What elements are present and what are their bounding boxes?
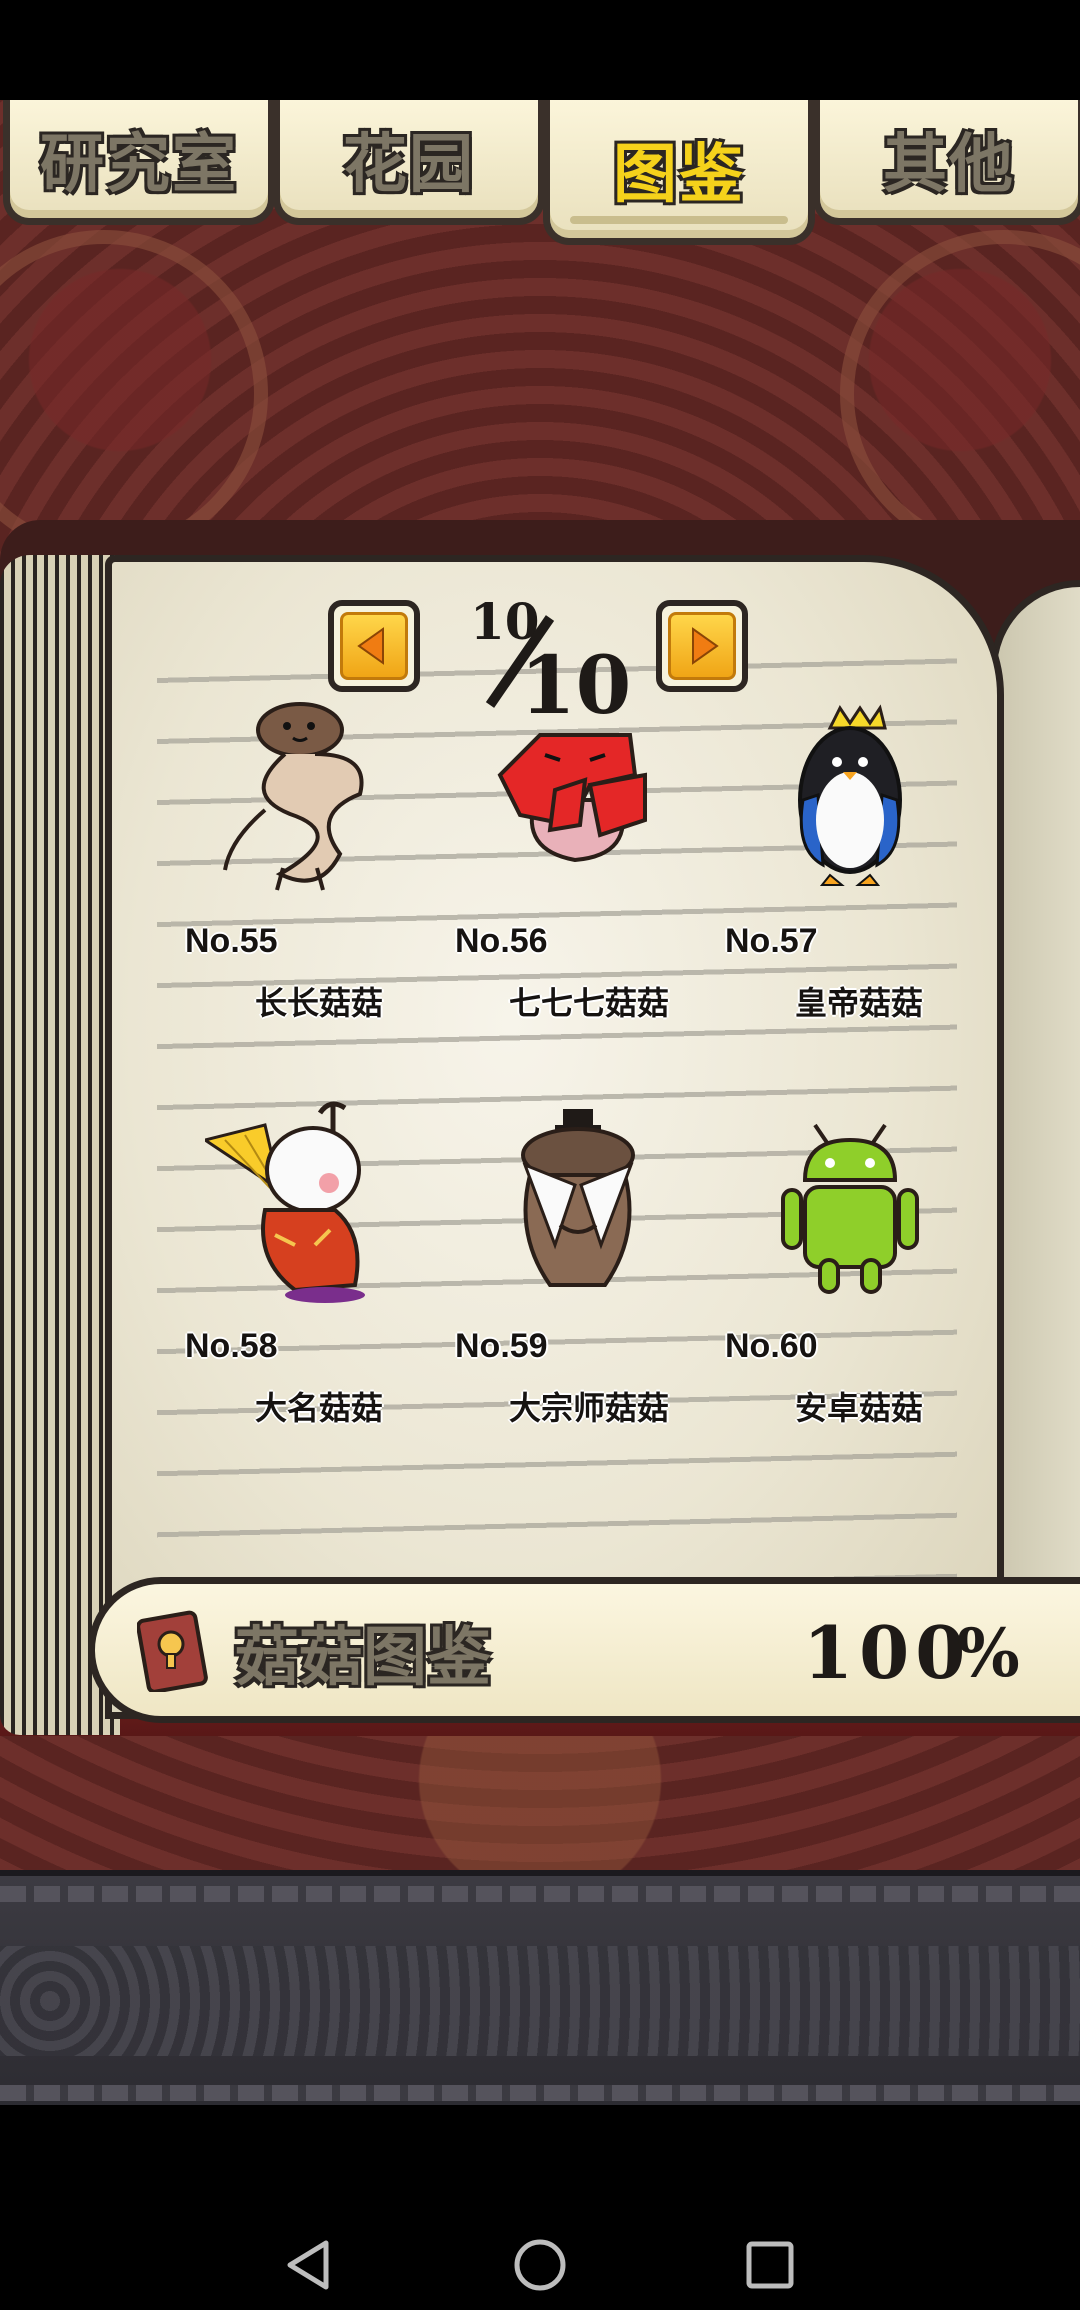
page-stack bbox=[0, 555, 120, 1735]
band-trim-top bbox=[0, 1886, 1080, 1902]
entry-card[interactable]: No.60 安卓菇菇 bbox=[725, 1095, 975, 1427]
ornament-right bbox=[840, 230, 1080, 558]
entry-number: No.56 bbox=[455, 922, 548, 960]
completion-label: 菇菇图鉴 bbox=[235, 1621, 491, 1695]
entry-number: No.57 bbox=[725, 922, 818, 960]
daimyo-mushroom-icon bbox=[205, 1101, 365, 1303]
back-icon[interactable] bbox=[278, 2235, 338, 2295]
entry-number: No.59 bbox=[455, 1327, 548, 1365]
entry-card[interactable]: No.58 大名菇菇 bbox=[185, 1095, 435, 1427]
completion-value: 100 bbox=[803, 1610, 972, 1695]
game-area: 研究室 花园 图鉴 其他 10 10 No.55 长长菇菇 No.56 七七七菇… bbox=[0, 100, 1080, 1870]
entry-card[interactable]: No.57 皇帝菇菇 bbox=[725, 690, 975, 1022]
entry-card[interactable]: No.56 七七七菇菇 bbox=[455, 690, 705, 1022]
band-trim-bottom bbox=[0, 2085, 1080, 2101]
home-icon[interactable] bbox=[510, 2235, 570, 2295]
tab-garden[interactable]: 花园 bbox=[273, 100, 545, 225]
next-page-button[interactable] bbox=[656, 600, 748, 692]
entry-name: 长长菇菇 bbox=[254, 984, 383, 1022]
entry-number: No.55 bbox=[185, 922, 278, 960]
next-arrow-icon bbox=[668, 612, 736, 680]
entry-name: 大名菇菇 bbox=[254, 1389, 383, 1427]
entry-name: 皇帝菇菇 bbox=[794, 984, 923, 1022]
tab-encyclopedia[interactable]: 图鉴 bbox=[543, 100, 815, 245]
completion-banner: 菇菇图鉴 100 % bbox=[88, 1577, 1080, 1723]
band-swirls bbox=[0, 1946, 1080, 2056]
entry-card[interactable]: No.55 长长菇菇 bbox=[185, 690, 435, 1022]
system-nav-bar bbox=[0, 2105, 1080, 2310]
tab-other[interactable]: 其他 bbox=[813, 100, 1080, 225]
entry-card[interactable]: No.59 大宗师菇菇 bbox=[455, 1095, 705, 1427]
tab-lab[interactable]: 研究室 bbox=[3, 100, 275, 225]
encyclopedia-book-icon bbox=[137, 1610, 208, 1692]
grandmaster-mushroom-icon bbox=[521, 1109, 635, 1287]
entry-number: No.60 bbox=[725, 1327, 818, 1365]
prev-page-button[interactable] bbox=[328, 600, 420, 692]
entry-name: 大宗师菇菇 bbox=[508, 1389, 669, 1427]
status-bar bbox=[0, 0, 1080, 100]
completion-unit: % bbox=[957, 1614, 1020, 1692]
entry-number: No.58 bbox=[185, 1327, 278, 1365]
decorative-band bbox=[0, 1870, 1080, 2117]
red-777-mushroom-icon bbox=[497, 733, 647, 863]
recents-icon[interactable] bbox=[740, 2235, 800, 2295]
ornament-left bbox=[0, 230, 268, 558]
entry-name: 安卓菇菇 bbox=[794, 1389, 923, 1427]
entry-name: 七七七菇菇 bbox=[508, 984, 669, 1022]
android-mushroom-icon bbox=[781, 1123, 919, 1294]
emperor-penguin-mushroom-icon bbox=[798, 704, 902, 886]
long-mushroom-icon bbox=[223, 702, 364, 891]
prev-arrow-icon bbox=[340, 612, 408, 680]
